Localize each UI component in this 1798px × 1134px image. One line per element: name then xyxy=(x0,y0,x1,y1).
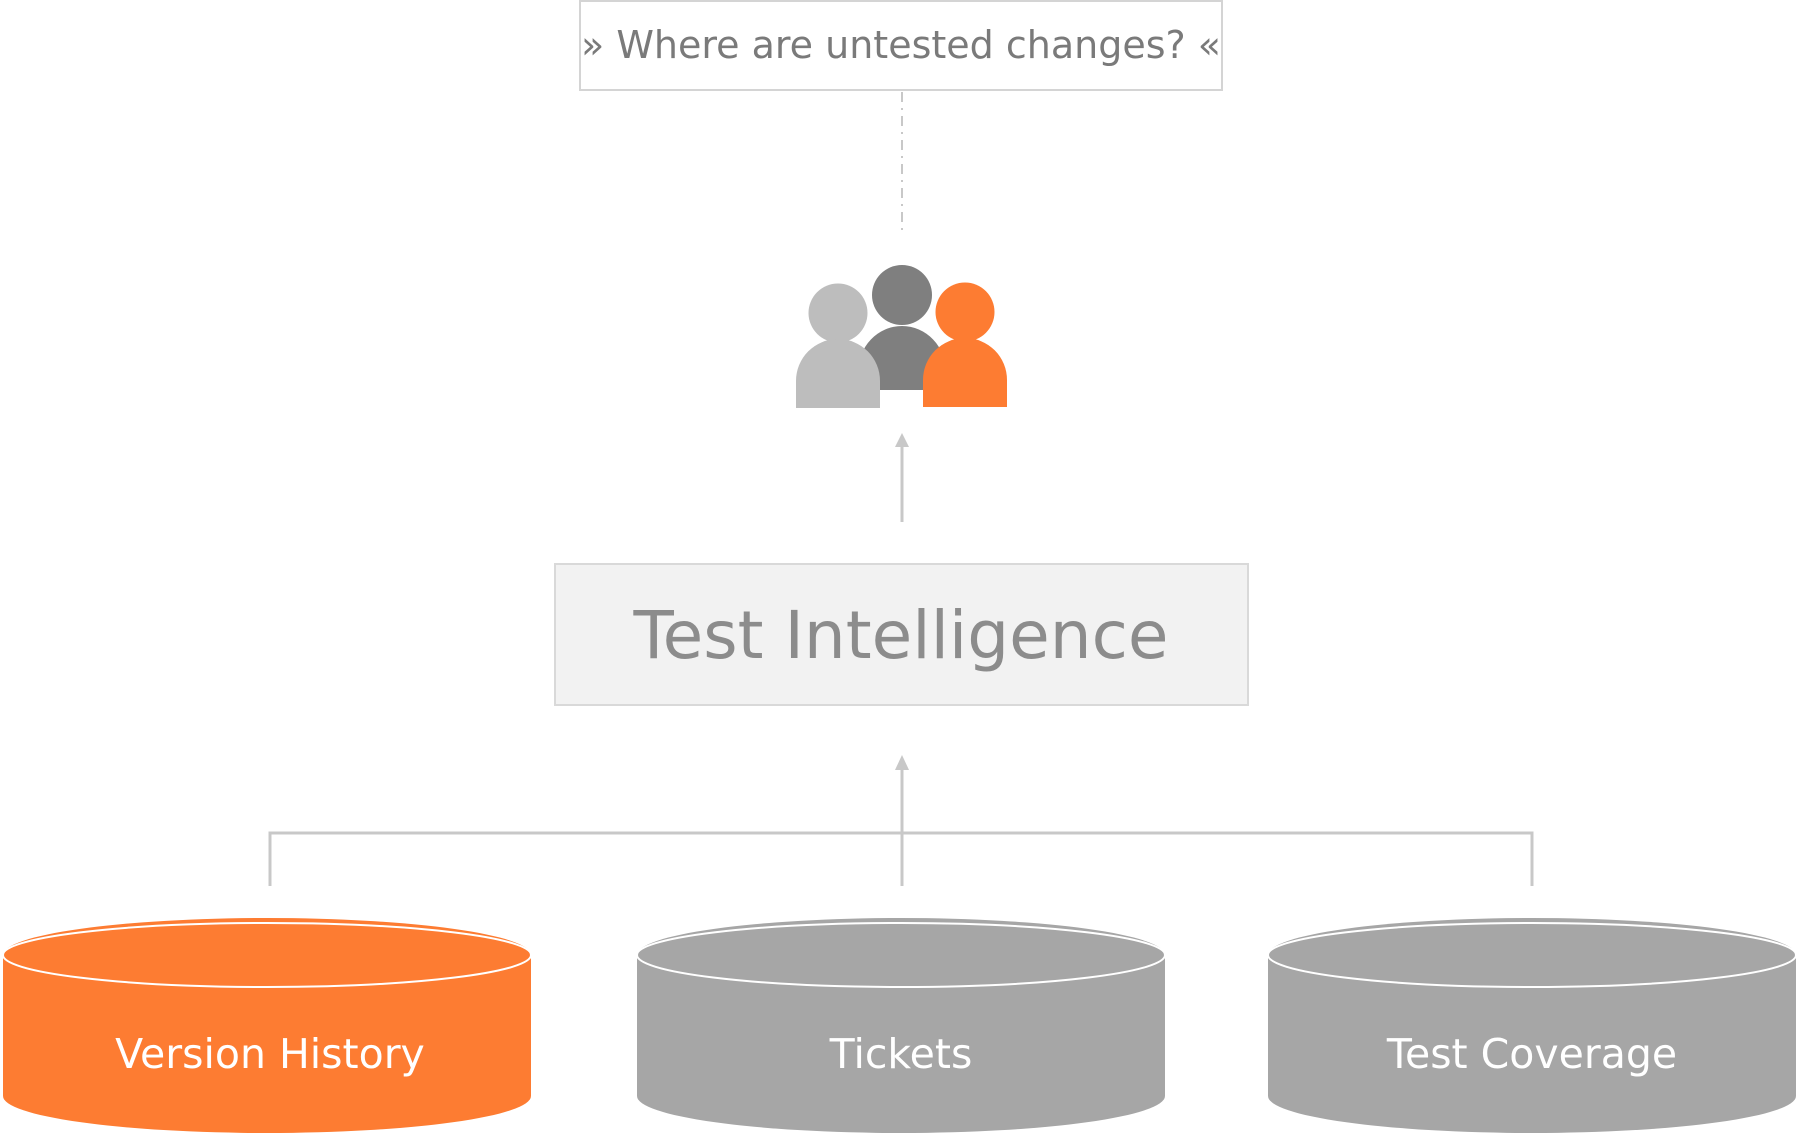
test-coverage-label: Test Coverage xyxy=(1386,1030,1677,1078)
question-box: » Where are untested changes? « xyxy=(579,0,1223,91)
database-test-coverage: Test Coverage xyxy=(1267,918,1797,1133)
database-tickets: Tickets xyxy=(636,918,1166,1133)
test-intelligence-box: Test Intelligence xyxy=(554,563,1249,706)
diagram-canvas: » Where are untested changes? « Test Int… xyxy=(2,0,1797,1133)
source-connectors xyxy=(268,755,1534,886)
tickets-label: Tickets xyxy=(829,1030,973,1078)
database-version-history: Version History xyxy=(2,918,532,1133)
people-group-icon xyxy=(796,265,1007,408)
question-text: » Where are untested changes? « xyxy=(581,23,1221,67)
test-intelligence-label: Test Intelligence xyxy=(633,597,1169,674)
version-history-label: Version History xyxy=(115,1030,425,1078)
arrow-up-to-users xyxy=(895,433,909,522)
